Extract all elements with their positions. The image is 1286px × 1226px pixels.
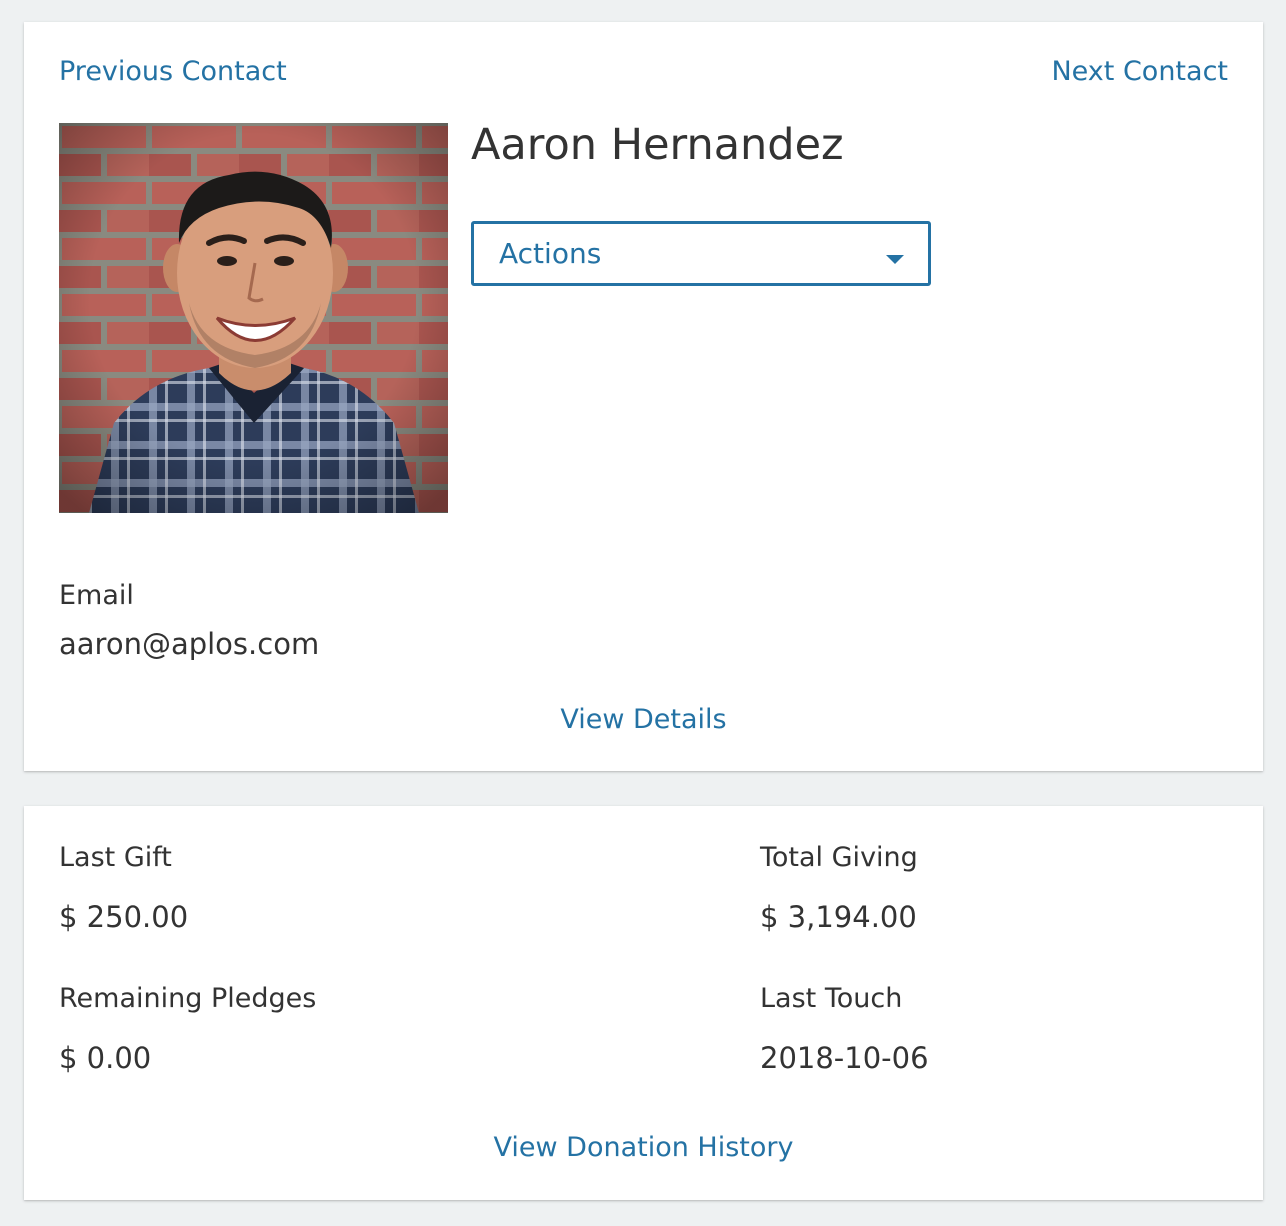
view-details-link[interactable]: View Details	[560, 704, 726, 735]
view-donation-history-container: View Donation History	[24, 1132, 1263, 1163]
contact-name: Aaron Hernandez	[471, 120, 844, 170]
email-value: aaron@aplos.com	[59, 627, 320, 661]
caret-down-icon	[886, 255, 904, 264]
previous-contact-link[interactable]: Previous Contact	[59, 56, 287, 87]
contact-card: Previous Contact Next Contact Aaron Hern…	[24, 22, 1263, 771]
remaining-pledges-label: Remaining Pledges	[59, 983, 317, 1014]
last-touch-value: 2018-10-06	[760, 1041, 929, 1075]
last-touch-label: Last Touch	[760, 983, 903, 1014]
email-label: Email	[59, 580, 134, 611]
total-giving-label: Total Giving	[760, 842, 918, 873]
total-giving-value: $ 3,194.00	[760, 900, 917, 934]
view-donation-history-link[interactable]: View Donation History	[494, 1132, 794, 1163]
actions-dropdown[interactable]: Actions	[471, 221, 931, 286]
remaining-pledges-value: $ 0.00	[59, 1041, 152, 1075]
last-gift-value: $ 250.00	[59, 900, 189, 934]
last-gift-label: Last Gift	[59, 842, 172, 873]
actions-label: Actions	[499, 237, 602, 270]
next-contact-link[interactable]: Next Contact	[1051, 56, 1228, 87]
giving-summary-card: Last Gift $ 250.00 Total Giving $ 3,194.…	[24, 806, 1263, 1200]
contact-photo	[59, 123, 448, 513]
view-details-container: View Details	[24, 704, 1263, 735]
